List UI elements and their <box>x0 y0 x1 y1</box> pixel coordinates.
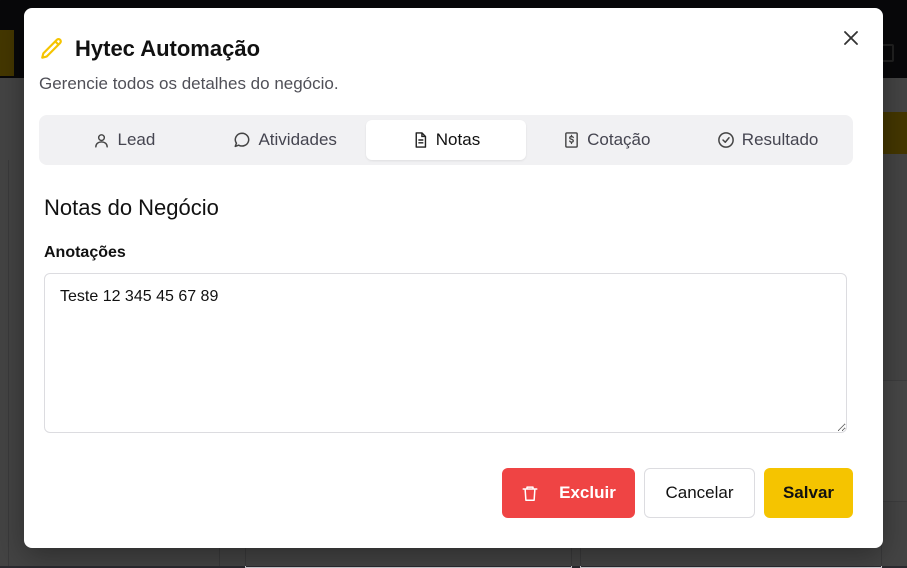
dialog-title: Hytec Automação <box>75 36 261 61</box>
dialog-subtitle: Gerencie todos os detalhes do negócio. <box>39 74 339 93</box>
tab-cotacao[interactable]: Cotação <box>526 120 687 160</box>
section-title: Notas do Negócio <box>44 195 219 220</box>
tab-notas[interactable]: Notas <box>365 120 527 160</box>
tab-atividades[interactable]: Atividades <box>205 120 366 160</box>
notes-label: Anotações <box>44 244 126 261</box>
pencil-icon <box>41 38 62 59</box>
tab-label: Lead <box>117 130 156 149</box>
close-icon <box>844 31 858 45</box>
notes-textarea[interactable] <box>44 273 847 433</box>
deal-details-dialog: Hytec Automação Gerencie todos os detalh… <box>24 8 883 548</box>
trash-icon <box>522 485 538 501</box>
tab-lead[interactable]: Lead <box>44 120 205 160</box>
chat-bubble-icon <box>234 132 250 148</box>
tab-label: Resultado <box>741 130 819 149</box>
tab-list: Lead Atividades Notas Cotação Resultado <box>39 115 853 165</box>
tab-label: Atividades <box>258 130 337 149</box>
tab-label: Cotação <box>587 130 651 149</box>
cancel-button[interactable]: Cancelar <box>644 468 755 518</box>
user-icon <box>95 133 109 148</box>
save-button[interactable]: Salvar <box>764 468 853 518</box>
dollar-document-icon <box>565 132 578 148</box>
delete-label: Excluir <box>559 483 616 502</box>
check-circle-icon <box>717 132 734 148</box>
delete-button[interactable]: Excluir <box>502 468 635 518</box>
close-button[interactable] <box>841 28 861 48</box>
tab-label: Notas <box>435 130 481 149</box>
document-icon <box>415 132 426 148</box>
tab-resultado[interactable]: Resultado <box>687 120 848 160</box>
cancel-label: Cancelar <box>665 483 734 502</box>
dialog-header: Hytec Automação <box>39 36 260 62</box>
save-label: Salvar <box>782 483 835 502</box>
